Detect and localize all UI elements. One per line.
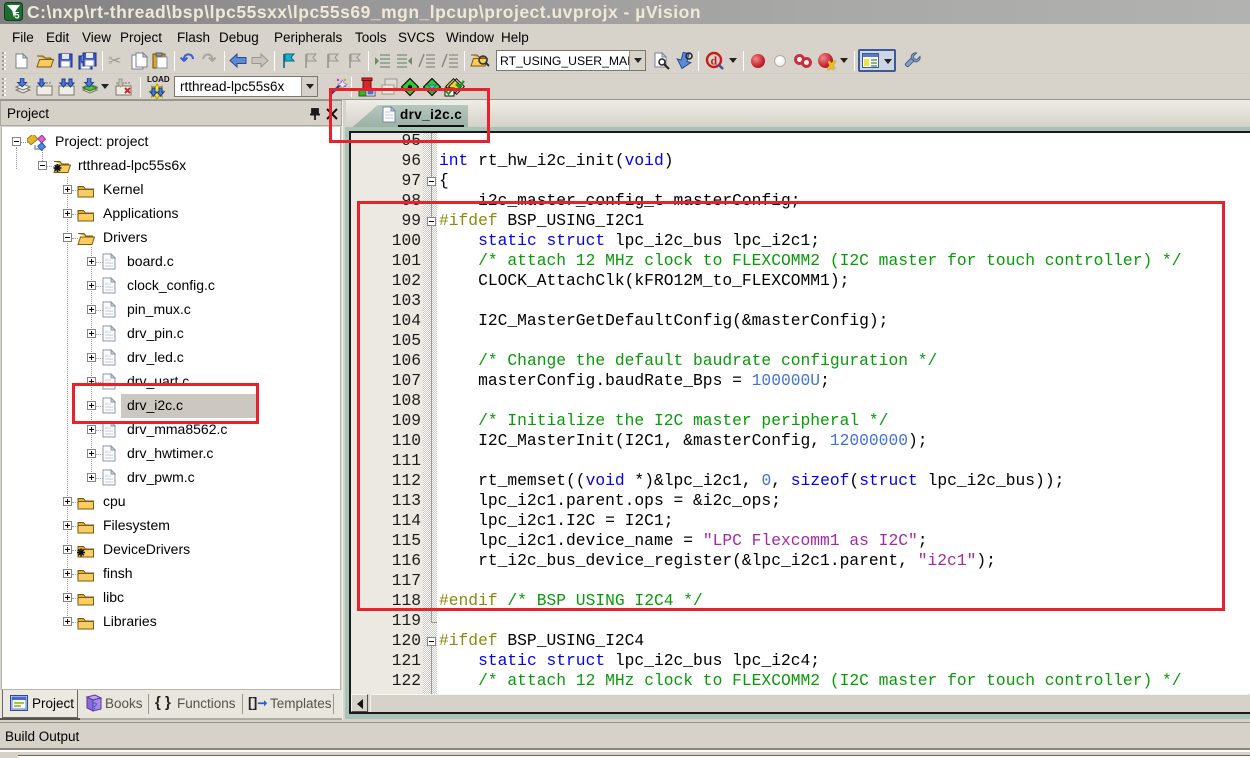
svg-text:?: ? (92, 701, 98, 711)
svg-text:d: d (711, 54, 718, 68)
svg-text:5: 5 (15, 11, 20, 21)
